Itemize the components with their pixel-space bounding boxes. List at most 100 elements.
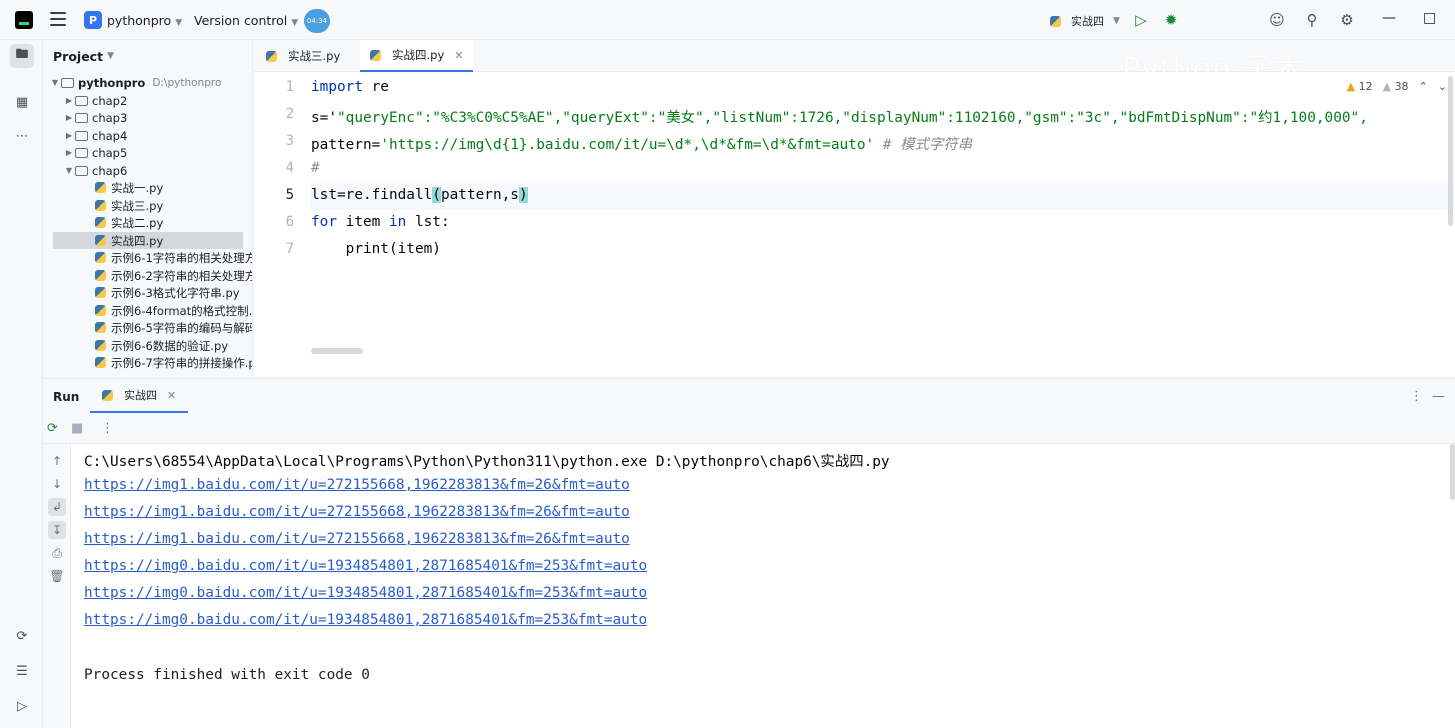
tree-file[interactable]: 示例6-4format的格式控制.p [95,302,252,319]
code-token: re [362,79,389,95]
console-output-link[interactable]: https://img0.baidu.com/it/u=1934854801,2… [84,612,647,628]
minimize-window-icon[interactable]: — [1382,10,1396,26]
previous-highlight-icon[interactable]: ⌃ [1419,80,1428,93]
horizontal-scrollbar[interactable] [311,348,363,354]
services-icon[interactable]: ▷ [10,694,34,718]
console-output-link[interactable]: https://img1.baidu.com/it/u=272155668,19… [84,477,630,493]
tree-folder[interactable]: ▶ chap3 [63,109,127,126]
matched-bracket: ) [518,187,528,203]
maximize-window-icon[interactable]: □ [1423,10,1436,26]
project-panel-title: Project [53,48,104,64]
file-label: 实战三.py [111,198,164,213]
pycharm-logo-icon [15,11,33,29]
tree-file[interactable]: 示例6-2字符串的相关处理方 [95,267,253,284]
code-line: # [311,160,320,176]
run-tab-shizhan4[interactable]: 实战四 ✕ [90,379,189,413]
weak-warning-icon: ▲ [1382,80,1392,93]
project-badge[interactable]: P [84,11,102,29]
console-output-link[interactable]: https://img1.baidu.com/it/u=272155668,19… [84,531,630,547]
console-output-link[interactable]: https://img1.baidu.com/it/u=272155668,19… [84,504,630,520]
title-bar: P pythonpro ▼ Version control ▼ 04:34 实战四 … [0,0,1455,40]
close-tab-icon[interactable]: ✕ [454,49,463,62]
root-name: pythonpro [78,75,146,90]
root-path: D:\pythonpro [152,76,222,89]
left-tool-strip: 🖿 ▦ ⋯ ⟳ ☰ ▷ [0,40,43,728]
folder-label: chap2 [92,93,128,108]
python-packages-icon[interactable]: ⟳ [10,624,34,648]
scroll-up-icon[interactable]: ↑ [48,452,66,470]
scroll-to-end-icon[interactable]: ↧ [48,521,66,539]
keyword-token: import [311,79,363,95]
tree-folder[interactable]: ▶ chap2 [63,92,127,109]
more-actions-icon[interactable]: ⋮ [101,421,114,436]
version-control-menu[interactable]: Version control ▼ [194,13,298,28]
clear-all-trash-icon[interactable]: 🗑 [48,567,66,585]
stop-icon[interactable]: ■ [71,421,83,436]
tree-file[interactable]: 实战三.py [95,197,163,214]
hide-panel-icon[interactable]: — [1432,389,1445,404]
project-switcher[interactable]: pythonpro ▼ [107,13,182,28]
rerun-icon[interactable]: ⟳ [47,421,58,436]
collapsed-arrow-icon: ▶ [65,113,73,122]
panel-options-icon[interactable]: ⋮ [1410,389,1423,404]
print-icon[interactable]: ⎙ [48,544,66,562]
layers-icon[interactable]: ☰ [10,659,34,683]
tree-file[interactable]: 示例6-1字符串的相关处理方 [95,249,253,266]
console-output-link[interactable]: https://img0.baidu.com/it/u=1934854801,2… [84,585,647,601]
add-user-icon[interactable]: ☺ [1267,10,1287,30]
run-console[interactable]: C:\Users\68554\AppData\Local\Programs\Py… [71,444,1455,728]
next-highlight-icon[interactable]: ⌄ [1438,80,1447,93]
inspection-widget[interactable]: ▲ 12 ▲ 38 ⌃ ⌄ [1347,80,1447,93]
code-token: print(item) [311,241,441,257]
line-number: 1 [285,79,294,95]
search-icon[interactable]: ⚲ [1302,10,1322,30]
tree-file[interactable]: 示例6-3格式化字符串.py [95,284,240,301]
file-label: 示例6-2字符串的相关处理方 [111,268,253,283]
keyword-token: for [311,214,337,230]
tree-root[interactable]: ▼ pythonpro D:\pythonpro [49,74,221,91]
tree-file[interactable]: 示例6-6数据的验证.py [95,337,228,354]
tab-shizhan3[interactable]: 实战三.py [256,40,350,72]
project-folder-icon[interactable]: 🖿 [10,44,34,68]
code-line: import re [311,79,389,95]
more-tools-icon[interactable]: ⋯ [10,124,34,148]
tree-folder[interactable]: ▼ chap6 [63,162,127,179]
scroll-down-icon[interactable]: ↓ [48,475,66,493]
console-scrollbar[interactable] [1450,444,1455,500]
process-finished-message: Process finished with exit code 0 [84,667,370,683]
settings-gear-icon[interactable]: ⚙ [1337,10,1357,30]
debug-icon[interactable]: ✹ [1161,10,1181,30]
code-editor[interactable]: 1 2 3 4 5 6 7 import re s='"queryEnc":"%… [254,72,1455,376]
file-label: 示例6-3格式化字符串.py [111,285,240,300]
tree-file[interactable]: 示例6-5字符串的编码与解码 [95,319,252,336]
python-file-icon [266,50,277,62]
tab-shizhan4[interactable]: 实战四.py ✕ [360,40,474,72]
vertical-scrollbar[interactable] [1448,76,1453,226]
run-icon[interactable]: ▷ [1131,10,1151,30]
tree-folder[interactable]: ▶ chap4 [63,127,127,144]
python-file-icon [95,182,106,193]
matched-bracket: ( [432,187,441,203]
tree-folder[interactable]: ▶ chap5 [63,144,127,161]
tree-file[interactable]: 实战一.py [95,179,163,196]
structure-icon[interactable]: ▦ [10,90,34,114]
tree-file[interactable]: 示例6-7字符串的拼接操作.py [95,354,252,371]
main-menu-icon[interactable] [50,12,66,26]
run-panel-title[interactable]: Run [53,390,79,404]
file-label: 实战四.py [111,233,164,248]
python-file-icon [95,357,106,368]
folder-label: chap4 [92,128,128,143]
console-output-link[interactable]: https://img0.baidu.com/it/u=1934854801,2… [84,558,647,574]
tab-label: 实战三.py [288,49,341,63]
tree-file[interactable]: 实战二.py [95,214,163,231]
code-token: s=' [311,110,337,126]
vcs-label: Version control [194,13,288,28]
file-label: 示例6-1字符串的相关处理方 [111,250,253,265]
project-panel-header[interactable]: Project ▼ [43,40,252,72]
tree-file-selected[interactable]: 实战四.py [53,232,243,249]
soft-wrap-icon[interactable]: ↲ [48,498,66,516]
close-run-tab-icon[interactable]: ✕ [167,389,176,402]
run-toolbar: ⟳ ■ ⋮ [43,414,1455,444]
expanded-arrow-icon: ▼ [51,78,59,87]
run-configuration-selector[interactable]: 实战四 ▼ [1050,13,1120,29]
